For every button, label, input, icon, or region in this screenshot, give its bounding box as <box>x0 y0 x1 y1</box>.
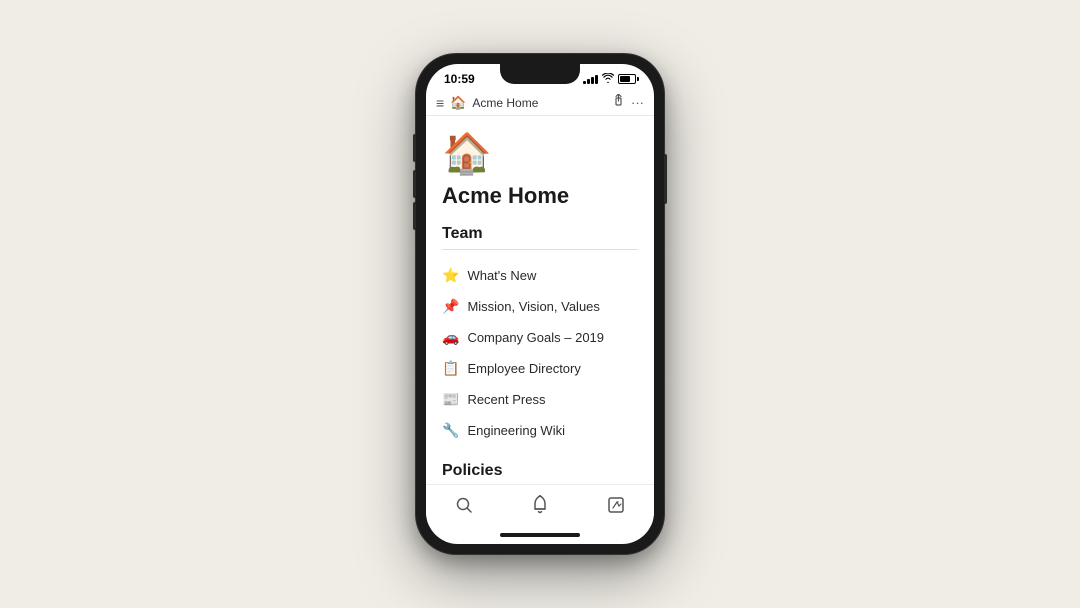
list-item-label: Company Goals – 2019 <box>467 330 604 345</box>
browser-menu-icon[interactable]: ≡ <box>436 95 444 111</box>
phone-screen: 10:59 <box>426 64 654 544</box>
browser-more-icon[interactable]: ··· <box>631 95 644 110</box>
tab-notifications[interactable] <box>521 493 559 522</box>
status-icons <box>583 73 636 86</box>
battery-icon <box>618 74 636 84</box>
list-item-emoji: 🚗 <box>442 329 459 346</box>
policies-section: Policies 📄 Office Manual 🚗 Vacation Poli… <box>442 462 638 484</box>
list-item-label: Mission, Vision, Values <box>467 299 599 314</box>
team-section: Team ⭐ What's New 📌 Mission, Vision, Val… <box>442 225 638 446</box>
list-item-whats-new[interactable]: ⭐ What's New <box>442 260 638 291</box>
tab-compose[interactable] <box>597 494 635 521</box>
browser-favicon: 🏠 <box>450 95 466 111</box>
phone-device: 10:59 <box>416 54 664 554</box>
list-item-emoji: ⭐ <box>442 267 459 284</box>
tab-search[interactable] <box>445 494 483 521</box>
section-divider-team <box>442 249 638 250</box>
list-item-label: What's New <box>467 268 536 283</box>
section-title-policies: Policies <box>442 462 638 480</box>
list-item-engineering-wiki[interactable]: 🔧 Engineering Wiki <box>442 415 638 446</box>
page-icon: 🏠 <box>442 130 638 177</box>
wifi-icon <box>602 73 614 86</box>
list-item-company-goals[interactable]: 🚗 Company Goals – 2019 <box>442 322 638 353</box>
list-item-label: Recent Press <box>467 392 545 407</box>
list-item-emoji: 📌 <box>442 298 459 315</box>
list-item-employee-directory[interactable]: 📋 Employee Directory <box>442 353 638 384</box>
list-item-emoji: 📋 <box>442 360 459 377</box>
phone-notch <box>500 64 580 84</box>
list-item-mission[interactable]: 📌 Mission, Vision, Values <box>442 291 638 322</box>
list-item-recent-press[interactable]: 📰 Recent Press <box>442 384 638 415</box>
list-item-label: Employee Directory <box>467 361 580 376</box>
signal-icon <box>583 74 598 84</box>
browser-share-icon[interactable] <box>612 94 625 111</box>
home-indicator <box>426 526 654 544</box>
browser-bar[interactable]: ≡ 🏠 Acme Home ··· <box>426 90 654 116</box>
list-item-emoji: 📰 <box>442 391 459 408</box>
section-title-team: Team <box>442 225 638 243</box>
page-title: Acme Home <box>442 183 638 209</box>
list-item-emoji: 🔧 <box>442 422 459 439</box>
content-area[interactable]: 🏠 Acme Home Team ⭐ What's New 📌 Mission,… <box>426 116 654 484</box>
tab-bar <box>426 484 654 526</box>
list-item-label: Engineering Wiki <box>467 423 565 438</box>
browser-title: Acme Home <box>472 96 606 110</box>
status-time: 10:59 <box>444 72 475 86</box>
